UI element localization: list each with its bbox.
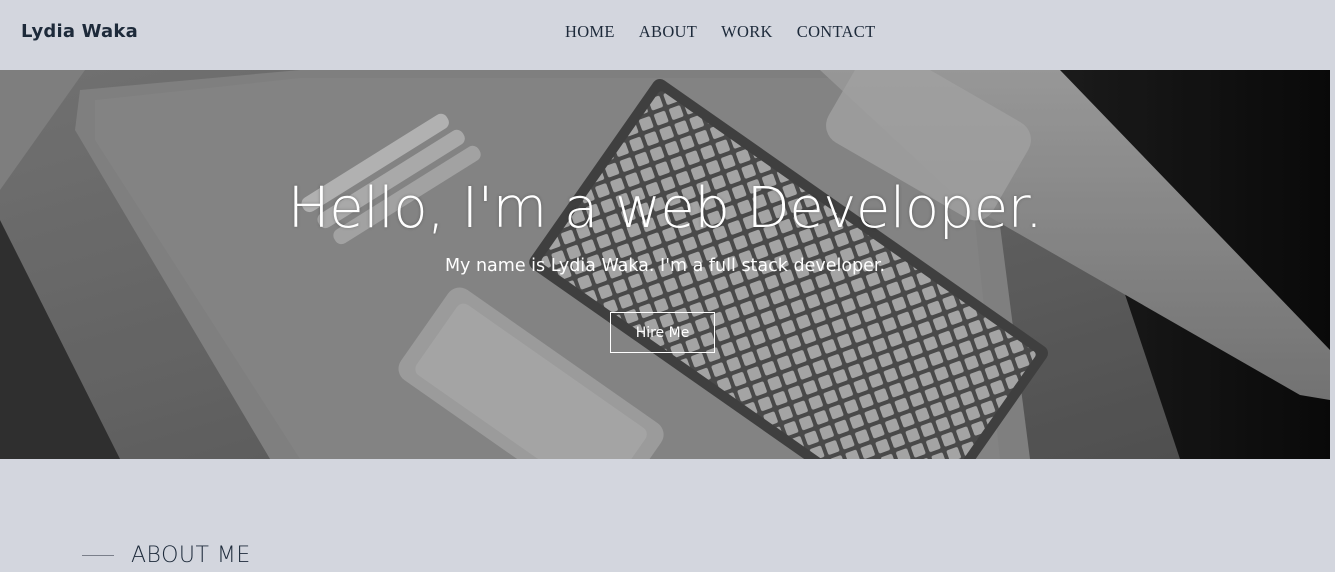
hero-section: Hello, I'm a web Developer. My name is L… — [0, 70, 1330, 459]
nav-link-work[interactable]: WORK — [721, 22, 773, 42]
scrollbar-track[interactable] — [1330, 0, 1335, 572]
nav-link-about[interactable]: ABOUT — [639, 22, 697, 42]
about-heading-rule — [82, 555, 114, 556]
page: Lydia Waka HOME ABOUT WORK CONTACT Hello… — [0, 0, 1335, 572]
nav-link-home[interactable]: HOME — [565, 22, 615, 42]
about-heading: ABOUT ME — [131, 543, 251, 568]
main-nav: HOME ABOUT WORK CONTACT — [565, 22, 875, 42]
site-brand[interactable]: Lydia Waka — [21, 21, 138, 42]
hire-me-button[interactable]: Hire Me — [610, 312, 715, 353]
hero-title: Hello, I'm a web Developer. — [287, 176, 1043, 241]
nav-link-contact[interactable]: CONTACT — [797, 22, 876, 42]
hero-subtitle: My name is Lydia Waka. I'm a full stack … — [444, 256, 886, 276]
site-header: Lydia Waka HOME ABOUT WORK CONTACT — [0, 0, 1330, 70]
